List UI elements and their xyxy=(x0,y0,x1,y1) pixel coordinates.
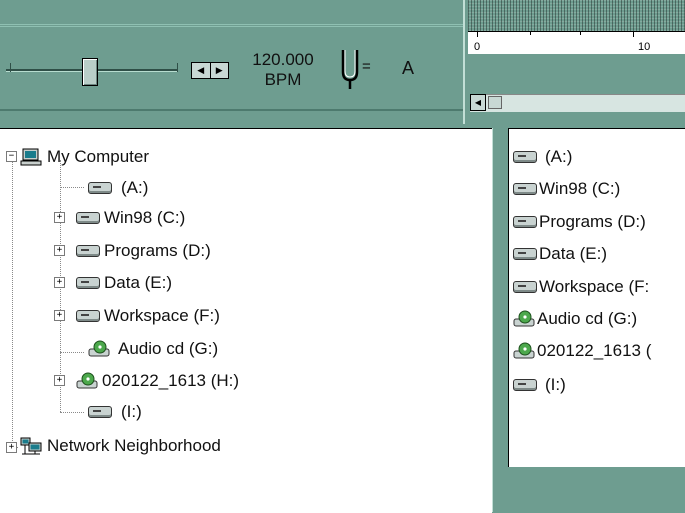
tree-connector xyxy=(60,187,84,188)
tree-item-drive-c[interactable]: Win98 (C:) xyxy=(70,207,185,229)
cd-drive-icon xyxy=(513,342,535,359)
tree-item-drive-a[interactable]: (A:) xyxy=(88,177,148,199)
tempo-panel xyxy=(0,26,463,110)
list-label: (I:) xyxy=(545,375,566,394)
hard-drive-icon xyxy=(76,277,100,289)
hard-drive-icon xyxy=(76,310,100,322)
list-item[interactable]: 020122_1613 ( xyxy=(513,340,651,362)
floppy-drive-icon xyxy=(88,182,112,194)
toolbar-strip-lower xyxy=(0,110,463,125)
pane-splitter[interactable] xyxy=(492,128,509,512)
status-area xyxy=(508,467,685,512)
list-label: Audio cd (G:) xyxy=(537,309,638,328)
cd-drive-icon xyxy=(513,310,535,327)
tree-item-network[interactable]: Network Neighborhood xyxy=(20,435,221,457)
list-item[interactable]: Win98 (C:) xyxy=(513,178,620,200)
tempo-unit: BPM xyxy=(264,70,302,89)
slider-tick xyxy=(10,63,11,72)
list-item[interactable]: Programs (D:) xyxy=(513,211,646,233)
expand-icon[interactable]: + xyxy=(54,310,65,321)
tempo-nudge-buttons[interactable]: ◀ ▶ xyxy=(191,62,229,79)
tempo-slider-thumb[interactable] xyxy=(82,58,98,86)
tempo-value: 120.000 xyxy=(252,50,314,69)
pitch-equals: = xyxy=(362,58,371,75)
tree-item-drive-h[interactable]: 020122_1613 (H:) xyxy=(70,370,239,392)
tree-label: (A:) xyxy=(121,178,149,197)
list-item[interactable]: Audio cd (G:) xyxy=(513,308,637,330)
list-item[interactable]: Data (E:) xyxy=(513,243,607,265)
expand-icon[interactable]: + xyxy=(54,277,65,288)
list-item[interactable]: (I:) xyxy=(513,374,566,396)
cd-drive-icon xyxy=(76,372,98,389)
hard-drive-icon xyxy=(513,281,537,293)
timeline-scrollbar[interactable] xyxy=(470,94,685,112)
expand-icon[interactable]: + xyxy=(54,245,65,256)
tree-connector xyxy=(60,352,84,353)
hard-drive-icon xyxy=(513,248,537,260)
removable-drive-icon xyxy=(513,379,537,391)
tree-label: Data (E:) xyxy=(104,273,173,292)
list-label: Workspace (F: xyxy=(539,277,650,296)
tree-label: (I:) xyxy=(121,402,142,421)
list-label: 020122_1613 ( xyxy=(537,341,652,360)
nudge-left-icon[interactable]: ◀ xyxy=(192,63,210,78)
ruler-label-0: 0 xyxy=(474,41,481,53)
tree-item-my-computer[interactable]: My Computer xyxy=(20,146,149,168)
hard-drive-icon xyxy=(513,183,537,195)
tree-connector xyxy=(12,160,13,447)
ruler-tick xyxy=(580,31,581,35)
floppy-drive-icon xyxy=(513,151,537,163)
list-label: Programs (D:) xyxy=(539,212,646,231)
tree-label: Programs (D:) xyxy=(104,241,211,260)
pitch-key: A xyxy=(402,58,415,78)
hard-drive-icon xyxy=(513,216,537,228)
scroll-left-icon[interactable]: ◀ xyxy=(470,94,486,111)
expand-icon[interactable]: + xyxy=(6,442,17,453)
tree-label: Network Neighborhood xyxy=(47,436,221,455)
list-label: Win98 (C:) xyxy=(539,179,621,198)
ruler-tick xyxy=(633,31,634,37)
tree-item-drive-g[interactable]: Audio cd (G:) xyxy=(88,338,218,360)
list-item[interactable]: Workspace (F: xyxy=(513,276,649,298)
expand-icon[interactable]: + xyxy=(54,212,65,223)
collapse-icon[interactable]: − xyxy=(6,151,17,162)
folder-tree[interactable]: − My Computer (A:) + Win98 (C:) + Progra… xyxy=(0,128,492,513)
computer-icon xyxy=(20,148,42,166)
tuning-fork-icon xyxy=(341,50,359,89)
tree-label: Audio cd (G:) xyxy=(118,339,219,358)
tree-item-drive-i[interactable]: (I:) xyxy=(88,401,142,423)
tree-item-drive-d[interactable]: Programs (D:) xyxy=(70,240,211,262)
expand-icon[interactable]: + xyxy=(54,375,65,386)
drive-list[interactable]: (A:) Win98 (C:) Programs (D:) Data (E:) … xyxy=(508,128,685,468)
scrollbar-thumb[interactable] xyxy=(488,96,502,109)
removable-drive-icon xyxy=(88,406,112,418)
tree-label: 020122_1613 (H:) xyxy=(102,371,240,390)
tree-label: My Computer xyxy=(47,147,150,166)
ruler-tick xyxy=(530,31,531,35)
list-item[interactable]: (A:) xyxy=(513,146,572,168)
cd-drive-icon xyxy=(88,340,110,357)
tree-label: Win98 (C:) xyxy=(104,208,186,227)
ruler-label-10: 10 xyxy=(638,41,651,53)
ruler-tick xyxy=(477,31,478,37)
hard-drive-icon xyxy=(76,245,100,257)
list-label: Data (E:) xyxy=(539,244,608,263)
tree-item-drive-e[interactable]: Data (E:) xyxy=(70,272,172,294)
timeline-ruler[interactable] xyxy=(468,31,685,54)
hard-drive-icon xyxy=(76,212,100,224)
tree-item-drive-f[interactable]: Workspace (F:) xyxy=(70,305,220,327)
timeline-track-area[interactable] xyxy=(468,0,685,31)
tree-connector xyxy=(60,412,84,413)
network-icon xyxy=(20,437,42,455)
list-label: (A:) xyxy=(545,147,573,166)
toolbar-strip xyxy=(0,0,463,25)
slider-tick xyxy=(177,63,178,72)
tree-label: Workspace (F:) xyxy=(104,306,220,325)
nudge-right-icon[interactable]: ▶ xyxy=(209,63,229,78)
